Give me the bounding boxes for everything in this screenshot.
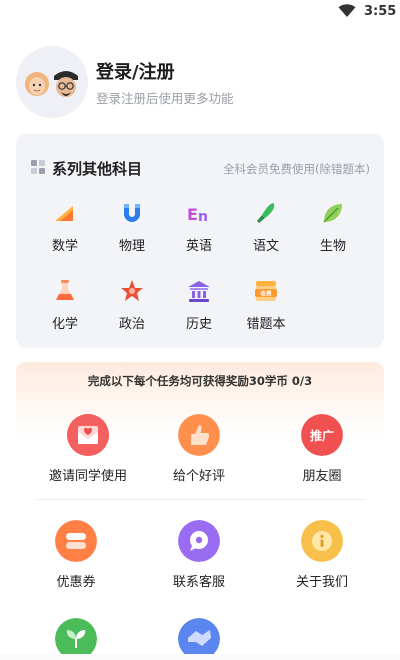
avatar[interactable]: [16, 46, 88, 118]
more-about[interactable]: 关于我们: [262, 520, 382, 592]
task-moments[interactable]: 推广 朋友圈: [262, 414, 382, 486]
subject-label: 政治: [118, 317, 145, 332]
subject-math[interactable]: 数学: [32, 200, 98, 260]
thumbs-up-icon: [178, 414, 220, 456]
more-label: 优惠券: [56, 575, 96, 590]
subject-label: 错题本: [246, 317, 286, 332]
task-label: 朋友圈: [302, 469, 342, 484]
svg-text:n: n: [198, 209, 208, 225]
subject-english[interactable]: E n 英语: [166, 200, 232, 260]
promote-badge: 推广: [310, 428, 334, 443]
subjects-note: 全科会员免费使用(除错题本): [223, 162, 370, 176]
physics-icon: [124, 204, 140, 222]
invite-icon: [67, 414, 109, 456]
subject-label: 历史: [185, 317, 212, 332]
promote-icon: 推广: [301, 414, 343, 456]
coupon-icon: [55, 520, 97, 562]
status-bar: 3:55: [0, 0, 400, 26]
more-label: 关于我们: [295, 575, 348, 590]
subject-label: 物理: [118, 239, 145, 254]
svg-text:E: E: [187, 205, 198, 224]
tasks-header: 完成以下每个任务均可获得奖励30学币 0/3: [87, 374, 313, 388]
subject-history[interactable]: 历史: [166, 278, 232, 338]
subject-chinese[interactable]: 语文: [233, 200, 299, 260]
login-profile-row[interactable]: 登录/注册 登录注册后使用更多功能: [16, 46, 386, 118]
grid-icon: [31, 160, 45, 174]
politics-icon: [121, 280, 143, 301]
subject-mistake-book[interactable]: 收费 错题本: [233, 278, 299, 338]
customer-service-icon: [178, 520, 220, 562]
more-customer-service[interactable]: 联系客服: [139, 520, 259, 592]
login-subtitle: 登录注册后使用更多功能: [96, 91, 234, 106]
subject-politics[interactable]: 政治: [99, 278, 165, 338]
subject-biology[interactable]: 生物: [300, 200, 366, 260]
about-icon: [301, 520, 343, 562]
subject-label: 数学: [51, 239, 78, 254]
wifi-icon: [338, 4, 356, 17]
mistake-book-badge: 收费: [260, 290, 272, 298]
more-label: 联系客服: [172, 575, 225, 590]
clock: 3:55: [364, 4, 397, 19]
history-icon: [188, 281, 210, 302]
task-label: 邀请同学使用: [48, 469, 127, 484]
section-divider: [36, 499, 366, 500]
avatar-icon: [25, 71, 78, 97]
bottom-edge: [0, 654, 400, 660]
biology-icon: [323, 204, 342, 223]
subject-label: 语文: [252, 239, 279, 254]
subject-label: 生物: [319, 239, 346, 254]
subject-label: 英语: [185, 239, 212, 254]
subject-label: 化学: [51, 317, 78, 332]
task-rate[interactable]: 给个好评: [139, 414, 259, 486]
math-icon: [55, 206, 73, 221]
more-coupon[interactable]: 优惠券: [16, 520, 136, 592]
subject-physics[interactable]: 物理: [99, 200, 165, 260]
chemistry-icon: [56, 280, 74, 300]
mistake-book-icon: 收费: [255, 281, 277, 301]
task-label: 给个好评: [172, 469, 225, 484]
task-invite[interactable]: 邀请同学使用: [28, 414, 148, 486]
subjects-card: 系列其他科目 全科会员免费使用(除错题本) 数学 物理 E n 英语 语文 生物…: [16, 134, 384, 348]
subjects-title: 系列其他科目: [52, 160, 143, 178]
english-icon: E n: [187, 205, 208, 225]
subject-chemistry[interactable]: 化学: [32, 278, 98, 338]
login-title[interactable]: 登录/注册: [96, 58, 175, 84]
chinese-icon: [257, 203, 275, 223]
